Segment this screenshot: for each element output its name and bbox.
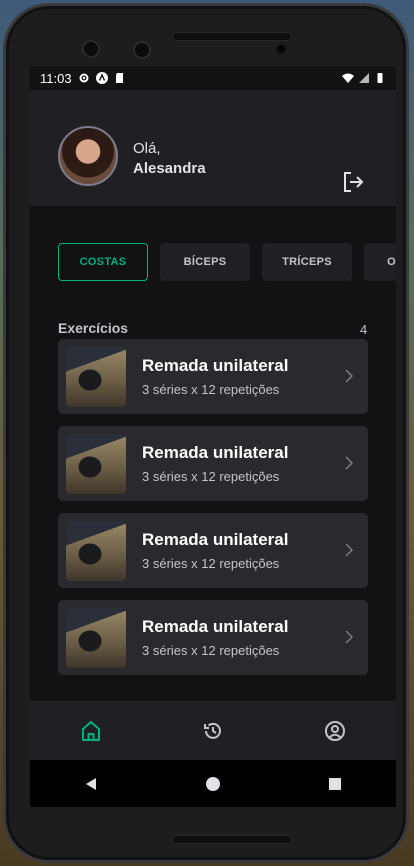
exercise-name: Remada unilateral (142, 356, 289, 375)
exercise-detail: 3 séries x 12 repetições (142, 469, 280, 484)
exercise-detail: 3 séries x 12 repetições (142, 556, 280, 571)
sd-card-icon (115, 73, 123, 83)
user-name: Alesandra (133, 160, 206, 177)
settings-icon (79, 73, 89, 83)
system-navigation-bar (30, 760, 396, 807)
chevron-right-icon (345, 630, 354, 644)
exercise-info: Remada unilateral 3 séries x 12 repetiçõ… (142, 617, 288, 658)
app-screen: 11:03 Olá, Alesandra COSTAS BÍCEPS TRÍCE… (30, 66, 396, 807)
exercise-info: Remada unilateral 3 séries x 12 repetiçõ… (142, 443, 288, 484)
exercise-card[interactable]: Remada unilateral 3 séries x 12 repetiçõ… (58, 600, 368, 675)
status-right (342, 72, 386, 84)
status-time: 11:03 (40, 70, 72, 86)
exercises-title: Exercícios (58, 320, 129, 336)
exercise-detail: 3 séries x 12 repetições (142, 643, 280, 658)
exercise-thumbnail (66, 520, 126, 581)
app-notification-icon (95, 72, 108, 84)
history-icon[interactable] (202, 720, 224, 742)
exercise-card[interactable]: Remada unilateral 3 séries x 12 repetiçõ… (58, 426, 368, 501)
earpiece-speaker (172, 32, 292, 41)
exercise-name: Remada unilateral (142, 617, 289, 636)
exercise-name: Remada unilateral (142, 530, 289, 549)
home-icon[interactable] (80, 720, 102, 742)
chevron-right-icon (345, 543, 354, 557)
exercise-name: Remada unilateral (142, 443, 289, 462)
status-left: 11:03 (40, 71, 126, 86)
front-camera (133, 41, 151, 59)
tab-triceps[interactable]: TRÍCEPS (262, 243, 352, 281)
profile-icon[interactable] (324, 720, 346, 742)
logout-icon[interactable] (341, 170, 365, 194)
tab-costas[interactable]: COSTAS (58, 243, 148, 281)
exercise-detail: 3 séries x 12 repetições (142, 382, 280, 397)
avatar (58, 126, 118, 186)
chevron-right-icon (345, 456, 354, 470)
bottom-navigation (30, 701, 396, 760)
bottom-speaker (172, 835, 292, 844)
wifi-icon (342, 73, 354, 83)
exercise-list: Remada unilateral 3 séries x 12 repetiçõ… (58, 339, 368, 687)
back-icon[interactable] (83, 776, 99, 792)
signal-icon (359, 73, 369, 83)
battery-icon (377, 73, 383, 83)
status-bar: 11:03 (30, 66, 396, 90)
exercise-card[interactable]: Remada unilateral 3 séries x 12 repetiçõ… (58, 339, 368, 414)
greeting-text: Olá, (133, 140, 161, 157)
proximity-sensor (275, 43, 287, 55)
exercise-thumbnail (66, 607, 126, 668)
muscle-group-tabs: COSTAS BÍCEPS TRÍCEPS OMBRO (58, 243, 396, 281)
home-circle-icon[interactable] (205, 776, 221, 792)
front-sensor (82, 40, 100, 58)
exercise-thumbnail (66, 346, 126, 407)
tab-ombro[interactable]: OMBRO (364, 243, 396, 281)
exercise-info: Remada unilateral 3 séries x 12 repetiçõ… (142, 530, 288, 571)
tab-biceps[interactable]: BÍCEPS (160, 243, 250, 281)
exercise-thumbnail (66, 433, 126, 494)
chevron-right-icon (345, 369, 354, 383)
home-header: Olá, Alesandra (30, 90, 396, 206)
exercise-card[interactable]: Remada unilateral 3 séries x 12 repetiçõ… (58, 513, 368, 588)
exercise-info: Remada unilateral 3 séries x 12 repetiçõ… (142, 356, 288, 397)
exercises-count: 4 (360, 322, 368, 337)
recents-icon[interactable] (327, 776, 343, 792)
